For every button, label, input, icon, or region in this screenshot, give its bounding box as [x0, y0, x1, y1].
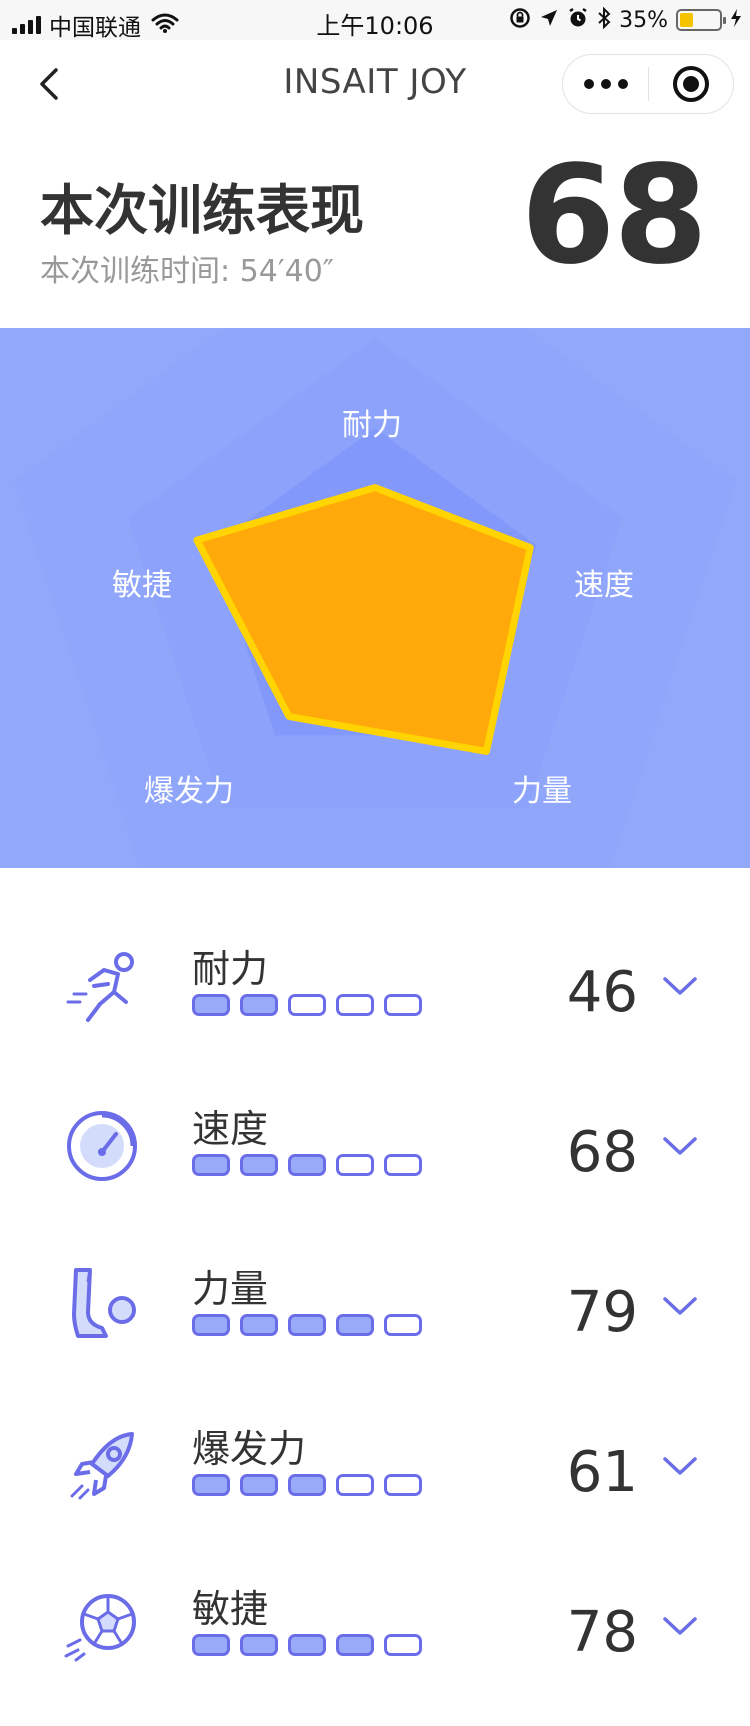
stat-label: 耐力: [192, 947, 269, 991]
stat-value: 46: [566, 960, 638, 1025]
miniprogram-capsule: [562, 54, 734, 114]
location-icon: [539, 8, 559, 32]
radar-label-endurance: 耐力: [342, 408, 402, 443]
rotation-lock-icon: [509, 7, 531, 33]
radar-label-speed: 速度: [574, 568, 634, 603]
level-segment: [288, 1314, 326, 1336]
speedometer-icon: [60, 1104, 144, 1188]
level-segment: [384, 1474, 422, 1496]
level-segment: [288, 1154, 326, 1176]
target-icon: [672, 66, 709, 102]
level-segment: [336, 1154, 374, 1176]
chevron-down-icon[interactable]: [662, 1614, 698, 1638]
performance-title: 本次训练表现: [40, 179, 364, 242]
more-dot-icon: [600, 79, 611, 89]
status-bar: 中国联通 上午10:06 35%: [0, 0, 750, 41]
level-segment: [240, 1634, 278, 1656]
stat-label: 速度: [192, 1107, 269, 1151]
nav-bar: INSAIT JOY: [0, 40, 750, 128]
level-segment: [384, 1154, 422, 1176]
stat-level-bar: [192, 1314, 422, 1336]
battery-percent: 35%: [619, 7, 668, 33]
stat-level-bar: [192, 1154, 422, 1176]
stat-label: 爆发力: [192, 1427, 307, 1471]
radar-label-agility: 敏捷: [112, 568, 172, 603]
chevron-down-icon[interactable]: [662, 1134, 698, 1158]
battery-icon: [676, 9, 726, 31]
overall-score: 68: [520, 137, 708, 295]
level-segment: [288, 1634, 326, 1656]
level-segment: [240, 1314, 278, 1336]
radar-chart: 耐力 速度 力量 爆发力 敏捷: [0, 328, 750, 868]
level-segment: [240, 1474, 278, 1496]
chevron-down-icon[interactable]: [662, 1294, 698, 1318]
stat-row[interactable]: 速度 68: [0, 1090, 750, 1210]
close-miniprogram-button[interactable]: [649, 55, 733, 113]
more-dot-icon: [617, 79, 628, 89]
level-segment: [336, 994, 374, 1016]
level-segment: [336, 1314, 374, 1336]
rocket-icon: [60, 1424, 144, 1508]
level-segment: [384, 1634, 422, 1656]
leg-kick-icon: [60, 1264, 144, 1348]
level-segment: [336, 1474, 374, 1496]
level-segment: [336, 1634, 374, 1656]
level-segment: [192, 1634, 230, 1656]
stat-row[interactable]: 力量 79: [0, 1250, 750, 1370]
stat-value: 61: [566, 1440, 638, 1505]
bluetooth-icon: [597, 6, 611, 33]
level-segment: [384, 994, 422, 1016]
stat-value: 78: [566, 1600, 638, 1665]
more-button[interactable]: [563, 55, 648, 113]
charging-icon: [730, 8, 742, 32]
stat-label: 敏捷: [192, 1587, 269, 1631]
level-segment: [288, 994, 326, 1016]
battery-level: [680, 13, 694, 27]
chevron-down-icon[interactable]: [662, 1454, 698, 1478]
more-dot-icon: [583, 79, 594, 89]
stat-row[interactable]: 敏捷 78: [0, 1570, 750, 1690]
runner-icon: [60, 944, 144, 1028]
level-segment: [240, 1154, 278, 1176]
level-segment: [192, 1314, 230, 1336]
alarm-icon: [567, 7, 589, 33]
radar-label-strength: 力量: [512, 774, 572, 809]
stat-level-bar: [192, 994, 422, 1016]
radar-label-explosive: 爆发力: [144, 774, 234, 809]
level-segment: [192, 994, 230, 1016]
stat-level-bar: [192, 1474, 422, 1496]
stat-value: 79: [566, 1280, 638, 1345]
chevron-down-icon[interactable]: [662, 974, 698, 998]
stat-row[interactable]: 耐力 46: [0, 930, 750, 1050]
level-segment: [288, 1474, 326, 1496]
stat-label: 力量: [192, 1267, 269, 1311]
stat-level-bar: [192, 1634, 422, 1656]
level-segment: [192, 1154, 230, 1176]
level-segment: [384, 1314, 422, 1336]
level-segment: [240, 994, 278, 1016]
level-segment: [192, 1474, 230, 1496]
stat-value: 68: [566, 1120, 638, 1185]
status-right: 35%: [509, 6, 742, 33]
soccer-ball-icon: [60, 1584, 144, 1668]
stat-row[interactable]: 爆发力 61: [0, 1410, 750, 1530]
training-time: 本次训练时间: 54′40″: [40, 254, 335, 289]
